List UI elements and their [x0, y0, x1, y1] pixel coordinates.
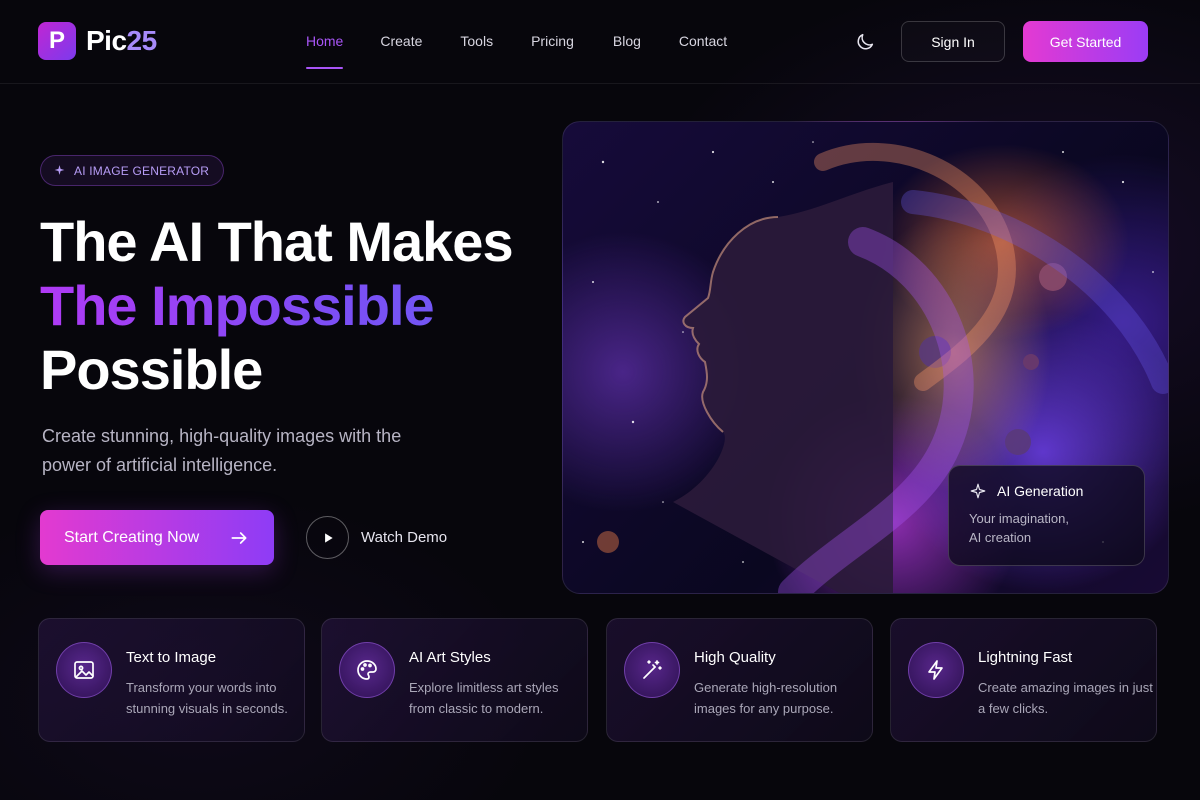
ai-image-generator-badge: AI IMAGE GENERATOR [40, 155, 225, 186]
sparkle-icon [54, 165, 65, 175]
hero-subtitle: Create stunning, high-quality images wit… [42, 426, 402, 475]
feature-card-ai-art-styles[interactable]: AI Art Styles Explore limitless art styl… [321, 618, 588, 742]
ai-card-description: Your imagination, AI creation [969, 509, 1124, 547]
feature-description: Transform your words into stunning visua… [126, 680, 288, 716]
nav-link-contact[interactable]: Contact [679, 33, 727, 55]
start-creating-label: Start Creating Now [64, 528, 200, 546]
moon-icon [857, 33, 874, 50]
feature-card-text-to-image[interactable]: Text to Image Transform your words into … [38, 618, 305, 742]
headline-line-3: Possible [40, 338, 263, 401]
get-started-button[interactable]: Get Started [1023, 21, 1148, 62]
headline-line-2: The Impossible [40, 274, 513, 338]
feature-description: Generate high-resolution images for any … [694, 680, 838, 716]
ai-generation-card: AI Generation Your imagination, AI creat… [948, 465, 1145, 566]
feature-description: Explore limitless art styles from classi… [409, 680, 559, 716]
hero-headline: The AI That Makes The Impossible Possibl… [40, 210, 514, 402]
watch-demo-label: Watch Demo [361, 529, 448, 546]
ai-card-desc-line-1: Your imagination, [969, 511, 1069, 526]
nav-links: Home Create Tools Pricing Blog Contact [306, 33, 727, 69]
feature-title: AI Art Styles [409, 649, 491, 666]
brand-logo[interactable]: P Pic25 [38, 22, 157, 60]
badge-label: AI IMAGE GENERATOR [74, 163, 210, 178]
nav-link-pricing[interactable]: Pricing [531, 33, 574, 55]
feature-card-lightning-fast[interactable]: Lightning Fast Create amazing images in … [890, 618, 1157, 742]
feature-title: Lightning Fast [978, 649, 1073, 666]
ai-card-title: AI Generation [997, 483, 1084, 499]
feature-card-high-quality[interactable]: High Quality Generate high-resolution im… [606, 618, 873, 742]
logo-letter: P [48, 27, 65, 54]
feature-description: Create amazing images in just a few clic… [978, 680, 1153, 716]
feature-title: High Quality [694, 649, 776, 666]
lightning-icon [908, 642, 964, 698]
start-creating-button[interactable]: Start Creating Now [40, 510, 274, 565]
nav-link-home[interactable]: Home [306, 33, 344, 69]
ai-card-desc-line-2: AI creation [969, 530, 1032, 545]
magic-wand-icon [624, 642, 680, 698]
nav-link-blog[interactable]: Blog [613, 33, 641, 55]
watch-demo-button[interactable]: Watch Demo [306, 516, 447, 559]
palette-icon [339, 642, 395, 698]
nav-link-tools[interactable]: Tools [460, 33, 493, 55]
dark-mode-toggle[interactable] [854, 31, 876, 53]
ai-card-header: AI Generation [969, 482, 1124, 500]
headline-line-1: The AI That Makes [40, 210, 514, 273]
image-icon [56, 642, 112, 698]
play-icon [306, 516, 349, 559]
sparkle-icon [970, 483, 986, 499]
feature-title: Text to Image [126, 649, 217, 666]
logo-mark-icon: P [38, 22, 76, 60]
nav-link-create[interactable]: Create [380, 33, 422, 55]
brand-name: Pic25 [86, 25, 157, 57]
brand-number: 25 [126, 25, 158, 56]
brand-name-text: Pic [86, 25, 127, 56]
top-navigation: P Pic25 Home Create Tools Pricing Blog C… [0, 0, 1200, 84]
sign-in-button[interactable]: Sign In [901, 21, 1005, 62]
arrow-right-icon [231, 531, 247, 544]
